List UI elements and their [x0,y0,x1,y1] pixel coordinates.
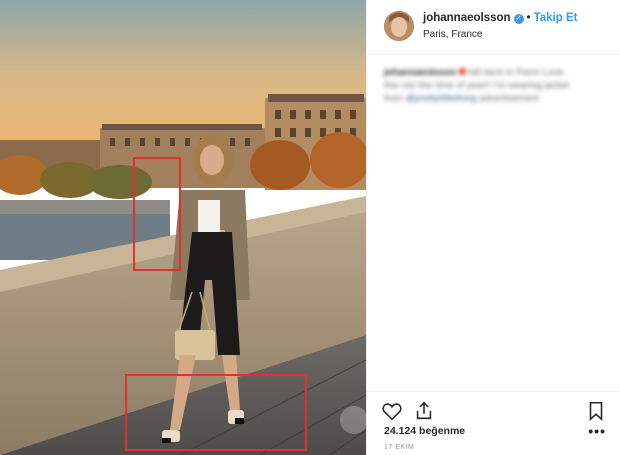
post-side-panel: johannaeolsson ✓ • Takip Et Paris, France j… [367,0,620,455]
location-link[interactable]: Paris, France [423,29,482,40]
caption-tail: advertisement [479,93,539,104]
separator-dot: • [526,12,531,24]
likes-count[interactable]: 24.124 beğenme [384,425,465,437]
bookmark-icon[interactable] [585,400,607,422]
post-photo[interactable] [0,0,366,455]
caption-mention[interactable]: @prettylittlething [406,93,477,104]
more-dots-icon[interactable]: ••• [588,423,606,439]
post-header: johannaeolsson ✓ • Takip Et Paris, France [367,0,620,55]
action-bar [367,391,620,428]
share-icon[interactable] [413,400,435,422]
follow-button[interactable]: Takip Et [534,12,578,24]
post-caption: johannaeolsson fall back in Paris! Love … [384,66,574,105]
caption-username[interactable]: johannaeolsson [384,67,456,78]
heart-outline-icon[interactable] [381,400,403,422]
post-date[interactable]: 17 EKİM [384,444,414,451]
post-author: johannaeolsson ✓ • Takip Et [423,12,577,24]
verified-badge-icon: ✓ [513,14,524,24]
username-link[interactable]: johannaeolsson [423,12,511,24]
heart-emoji-icon [458,68,466,75]
avatar[interactable] [384,11,414,41]
